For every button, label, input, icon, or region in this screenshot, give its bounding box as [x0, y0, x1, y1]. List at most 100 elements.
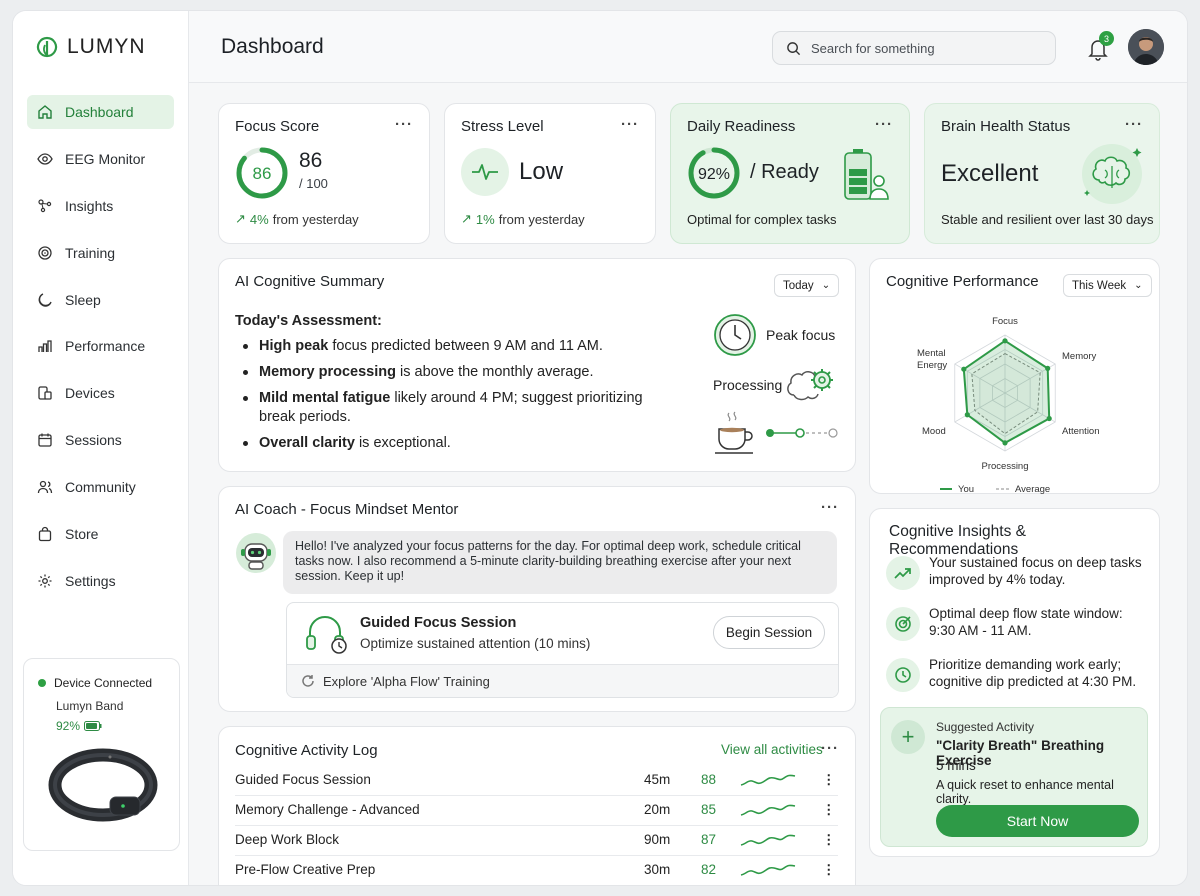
table-row[interactable]: Deep Work Block 90m 87 ⋮: [235, 826, 838, 856]
table-row[interactable]: Memory Challenge - Advanced 20m 85 ⋮: [235, 796, 838, 826]
sparkline-icon: [740, 774, 796, 786]
radar-chart: Focus Memory Attention Processing Mood M…: [917, 316, 1100, 495]
axis-label-attention: Attention: [1062, 426, 1100, 437]
logo[interactable]: LUMYN: [35, 35, 146, 59]
brain-gear-icon: [787, 369, 833, 401]
sidebar-item-performance[interactable]: Performance: [27, 329, 174, 363]
activity-score: 87: [701, 832, 717, 847]
more-menu-icon[interactable]: ···: [1125, 116, 1143, 133]
target-icon: [38, 246, 52, 260]
sidebar-item-insights[interactable]: Insights: [27, 189, 174, 223]
card-title: Cognitive Performance: [886, 273, 1039, 290]
activity-duration: 90m: [644, 832, 671, 847]
more-menu-icon[interactable]: ···: [821, 740, 839, 757]
people-icon: [37, 480, 53, 494]
table-row[interactable]: Guided Focus Session 45m 88 ⋮: [235, 766, 838, 796]
headband-image: [48, 748, 158, 822]
insight-icon-wrap: [886, 658, 920, 692]
assessment-heading: Today's Assessment:: [235, 313, 382, 329]
period-dropdown[interactable]: Today ⌄: [774, 274, 840, 297]
sidebar-item-settings[interactable]: Settings: [27, 564, 174, 598]
sidebar-item-label: Performance: [65, 338, 146, 355]
sidebar-item-label: Store: [65, 526, 99, 543]
more-menu-icon[interactable]: ···: [621, 116, 639, 133]
sidebar-item-label: Settings: [65, 572, 116, 589]
sidebar-item-eeg-monitor[interactable]: EEG Monitor: [27, 142, 174, 176]
more-menu-icon[interactable]: ···: [821, 499, 839, 516]
stress-trend: ↗ 1% from yesterday: [461, 211, 585, 227]
start-now-button[interactable]: Start Now: [936, 805, 1139, 837]
search-input[interactable]: Search for something: [772, 31, 1056, 65]
insight-icon-wrap: [886, 607, 920, 641]
activity-score: 85: [701, 802, 717, 817]
status-dot: [38, 679, 46, 687]
legend-you: You: [958, 484, 974, 495]
more-menu-icon[interactable]: ···: [395, 116, 413, 133]
begin-session-button[interactable]: Begin Session: [713, 616, 825, 649]
avatar[interactable]: [1128, 29, 1164, 65]
battery-percent: 92%: [56, 719, 81, 733]
period-dropdown[interactable]: This Week ⌄: [1063, 274, 1152, 297]
device-card[interactable]: Device Connected Lumyn Band 92%: [23, 658, 180, 851]
sidebar-item-store[interactable]: Store: [27, 517, 174, 551]
robot-avatar-icon: [236, 533, 276, 573]
axis-label-mood: Mood: [922, 426, 946, 437]
calendar-icon: [38, 433, 52, 447]
sidebar-item-dashboard[interactable]: Dashboard: [27, 95, 174, 129]
lumyn-logo-icon: [36, 36, 58, 58]
list-item: Overall clarity is exceptional.: [243, 434, 663, 453]
sidebar-item-sessions[interactable]: Sessions: [27, 423, 174, 457]
row-more-icon[interactable]: ⋮: [822, 832, 836, 848]
table-row[interactable]: Pre-Flow Creative Prep 30m 82 ⋮: [235, 856, 838, 885]
trend-up-icon: [894, 568, 911, 579]
row-more-icon[interactable]: ⋮: [822, 802, 836, 818]
more-menu-icon[interactable]: ···: [875, 116, 893, 133]
sidebar-item-label: Sleep: [65, 291, 101, 308]
explore-training-link[interactable]: Explore 'Alpha Flow' Training: [287, 664, 838, 697]
list-item: High peak focus predicted between 9 AM a…: [243, 337, 663, 356]
sidebar-item-sleep[interactable]: Sleep: [27, 283, 174, 317]
battery-person-icon: [844, 149, 889, 200]
processing-label: Processing: [713, 377, 783, 393]
axis-label-memory: Memory: [1062, 351, 1097, 362]
target-icon: [895, 616, 911, 632]
battery-icon: [84, 721, 102, 731]
sparkline-icon: [740, 834, 796, 846]
item-bold: High peak: [259, 338, 329, 354]
arrow-up-icon: ↗: [235, 211, 246, 226]
sidebar-item-label: Training: [65, 244, 116, 261]
cognitive-performance-card: Cognitive Performance This Week ⌄ Focus …: [869, 258, 1160, 495]
sidebar-item-community[interactable]: Community: [27, 470, 174, 504]
card-title: Stress Level: [461, 118, 544, 135]
suggest-duration: 5 mins: [936, 758, 976, 773]
row-more-icon[interactable]: ⋮: [822, 862, 836, 878]
device-name: Lumyn Band: [56, 699, 124, 713]
chevron-down-icon: ⌄: [1134, 280, 1143, 291]
radar-point-you: [1002, 338, 1008, 344]
ai-coach-card: AI Coach - Focus Mindset Mentor ··· Hell…: [218, 486, 856, 712]
notification-badge: 3: [1099, 31, 1114, 46]
sidebar-item-devices[interactable]: Devices: [27, 376, 174, 410]
series-you: [962, 339, 1051, 445]
row-more-icon[interactable]: ⋮: [822, 772, 836, 788]
pulse-icon: [472, 164, 498, 180]
sidebar-item-training[interactable]: Training: [27, 236, 174, 270]
item-bold: Mild mental fatigue: [259, 390, 391, 406]
device-status-text: Device Connected: [54, 676, 153, 690]
clock-icon: [714, 314, 756, 356]
brain-health-card: Brain Health Status ··· Excellent Stable…: [924, 103, 1160, 244]
dropdown-value: Today: [783, 279, 814, 292]
readiness-note: Optimal for complex tasks: [687, 212, 837, 227]
focus-value: 86: [299, 149, 323, 172]
refresh-icon: [302, 675, 314, 687]
sparkline-icon: [740, 864, 796, 876]
explore-label: Explore 'Alpha Flow' Training: [323, 673, 490, 689]
coach-message: Hello! I've analyzed your focus patterns…: [283, 531, 837, 594]
item-bold: Overall clarity: [259, 435, 355, 451]
card-title: Focus Score: [235, 118, 320, 135]
item-text: is above the monthly average.: [396, 364, 594, 380]
insight-icon-wrap: [886, 556, 920, 590]
legend-average: Average: [1015, 484, 1050, 495]
stress-delta-text: from yesterday: [498, 211, 585, 227]
view-all-activities-link[interactable]: View all activities: [721, 742, 823, 757]
